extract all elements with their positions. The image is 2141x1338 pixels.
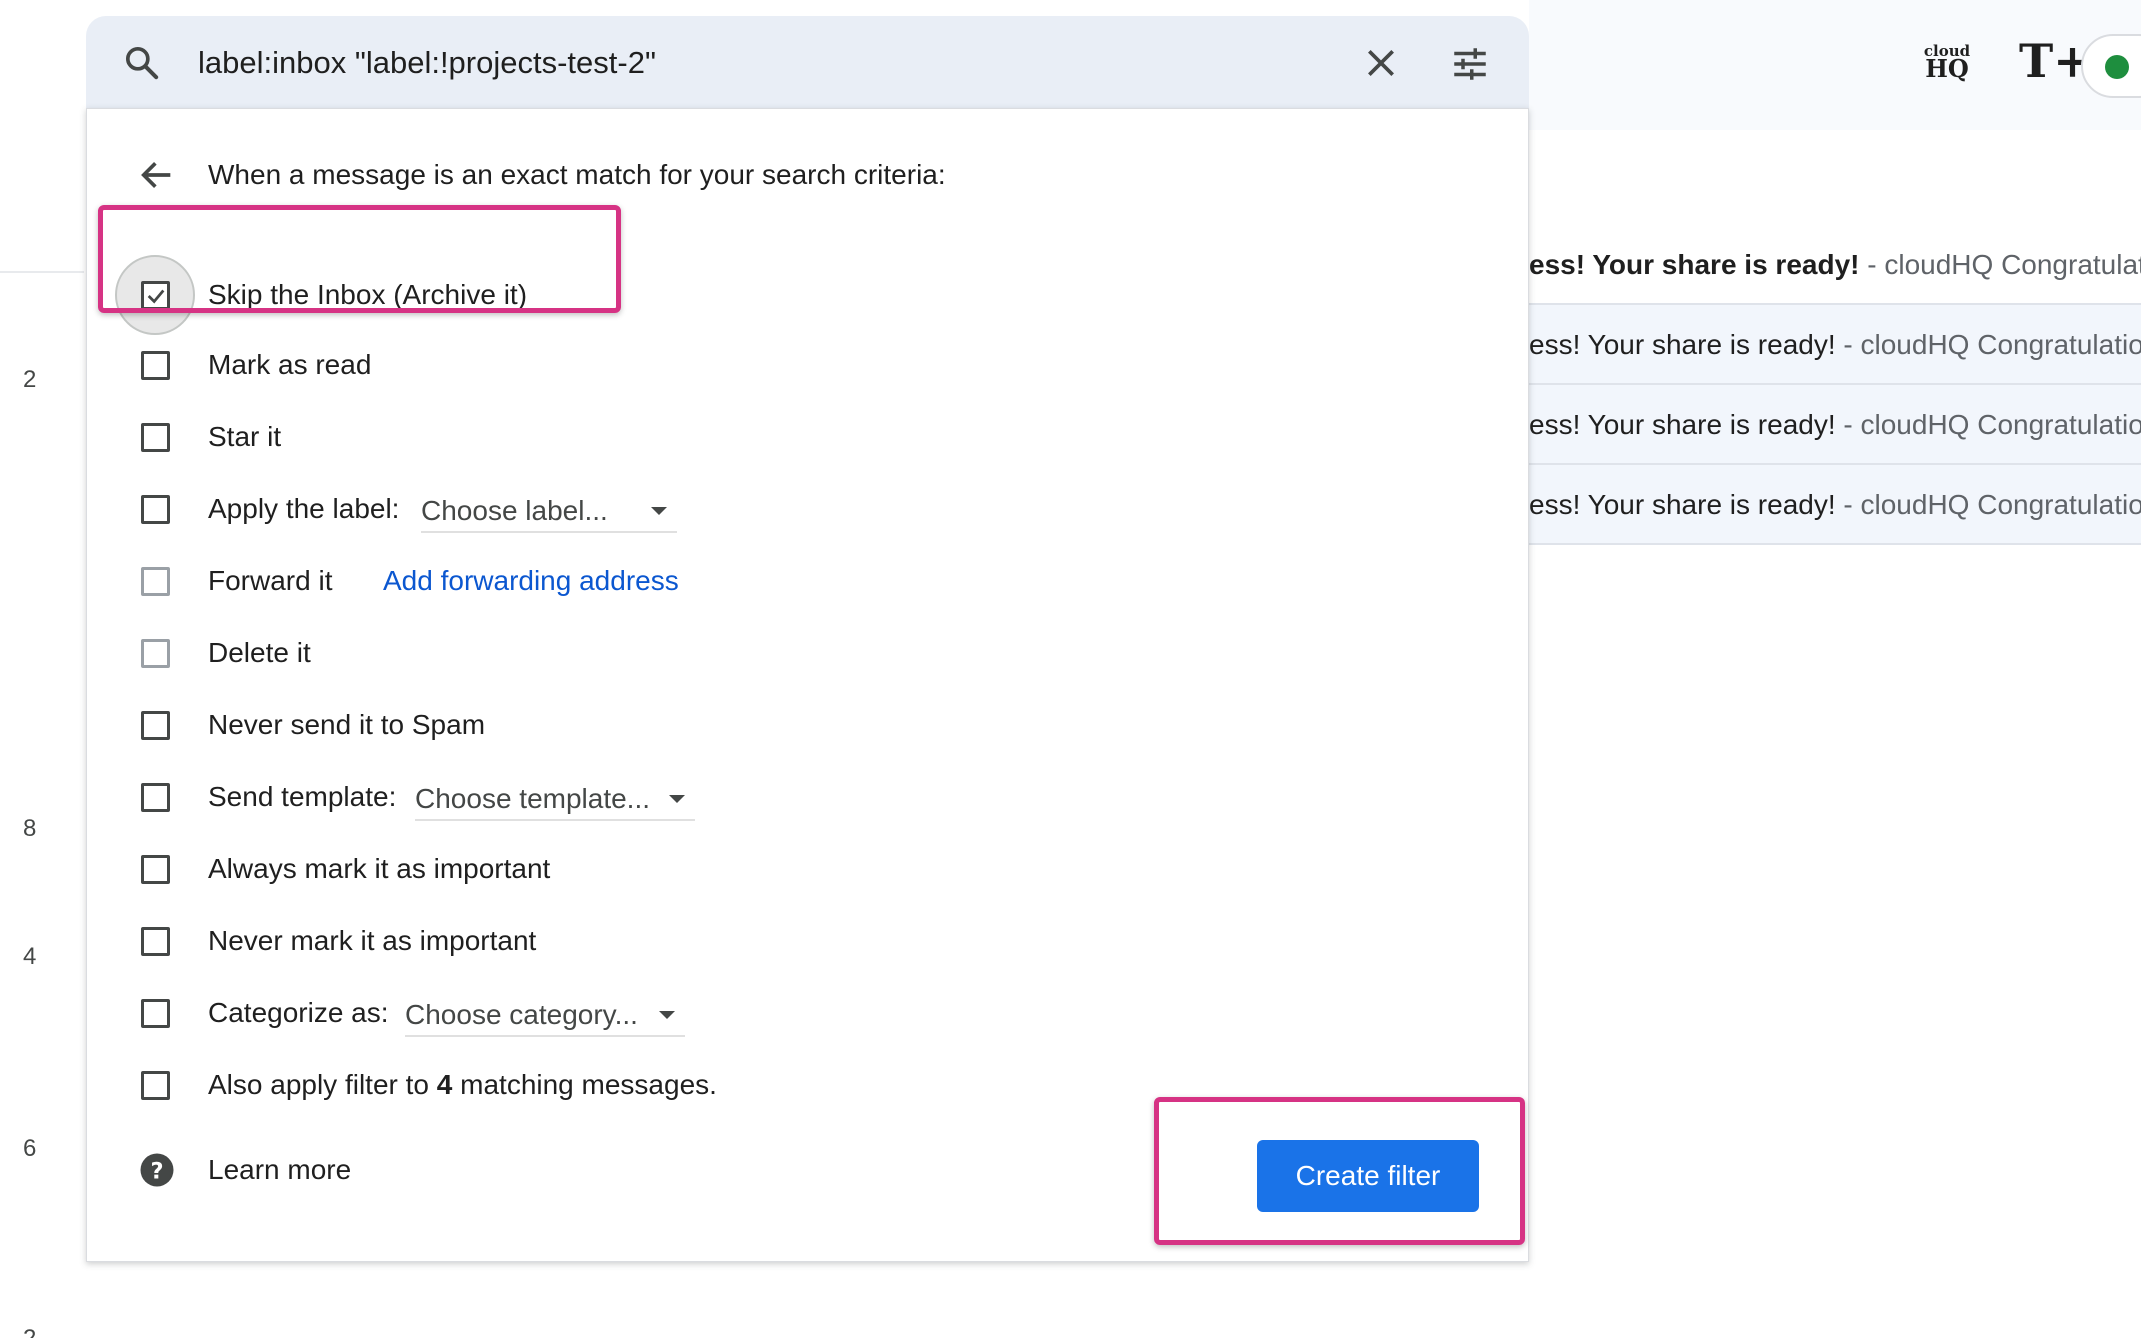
- apply-label-label: Apply the label:: [208, 493, 400, 524]
- mark-read-label: Mark as read: [208, 349, 372, 380]
- gutter-number: 8: [23, 815, 37, 842]
- never-spam-checkbox[interactable]: [141, 711, 170, 740]
- also-apply-checkbox[interactable]: [141, 1071, 170, 1100]
- email-subject: ess! Your share is ready!: [1529, 249, 1860, 280]
- skip-inbox-label: Skip the Inbox (Archive it): [208, 279, 528, 310]
- delete-label: Delete it: [208, 637, 311, 668]
- email-snippet: - cloudHQ Congratulatio: [1835, 409, 2141, 440]
- never-important-checkbox[interactable]: [141, 927, 170, 956]
- search-input[interactable]: label:inbox "label:!projects-test-2": [198, 43, 656, 83]
- option-apply-label: Apply the label: Choose label...: [87, 481, 1087, 537]
- gutter-divider: [0, 271, 84, 273]
- option-also-apply: Also apply filter to 4 matching messages…: [87, 1057, 1087, 1113]
- option-mark-read: Mark as read: [87, 337, 1087, 393]
- also-apply-suffix: matching messages.: [452, 1069, 717, 1100]
- gutter-number: 2: [23, 1325, 43, 1338]
- star-label: Star it: [208, 421, 282, 452]
- delete-checkbox[interactable]: [141, 639, 170, 668]
- close-icon[interactable]: [1361, 43, 1401, 83]
- send-template-checkbox[interactable]: [141, 783, 170, 812]
- back-arrow-icon[interactable]: [137, 155, 177, 195]
- search-options-icon[interactable]: [1449, 43, 1491, 85]
- email-subject: ess! Your share is ready!: [1529, 409, 1836, 440]
- option-skip-inbox: Skip the Inbox (Archive it): [87, 255, 1087, 335]
- apply-label-checkbox[interactable]: [141, 495, 170, 524]
- option-star: Star it: [87, 409, 1087, 465]
- never-spam-label: Never send it to Spam: [208, 709, 486, 740]
- template-select[interactable]: Choose template...: [415, 777, 695, 821]
- email-list: ess! Your share is ready! - cloudHQ Cong…: [1529, 225, 2141, 545]
- option-never-important: Never mark it as important: [87, 913, 1087, 969]
- status-indicator[interactable]: [2081, 34, 2141, 98]
- search-icon[interactable]: [122, 43, 162, 83]
- category-select[interactable]: Choose category...: [405, 993, 685, 1037]
- option-forward: Forward it Add forwarding address: [87, 553, 1087, 609]
- email-snippet: - cloudHQ Congratulatio: [1835, 489, 2141, 520]
- cloudhq-logo[interactable]: cloud HQ: [1919, 44, 1975, 88]
- chevron-down-icon: [651, 507, 667, 515]
- gutter-number: 4: [23, 943, 37, 970]
- always-important-checkbox[interactable]: [141, 855, 170, 884]
- skip-inbox-checkbox[interactable]: [141, 281, 170, 310]
- mark-read-checkbox[interactable]: [141, 351, 170, 380]
- star-checkbox[interactable]: [141, 423, 170, 452]
- svg-text:?: ?: [150, 1158, 163, 1184]
- add-forwarding-address-link[interactable]: Add forwarding address: [383, 553, 679, 609]
- option-always-important: Always mark it as important: [87, 841, 1087, 897]
- option-categorize: Categorize as: Choose category...: [87, 985, 1087, 1041]
- template-select-value: Choose template...: [415, 783, 651, 814]
- email-subject: ess! Your share is ready!: [1529, 329, 1836, 360]
- label-select-value: Choose label...: [421, 495, 608, 526]
- also-apply-prefix: Also apply filter to: [208, 1069, 437, 1100]
- option-never-spam: Never send it to Spam: [87, 697, 1087, 753]
- online-status-dot: [2105, 55, 2129, 79]
- categorize-label: Categorize as:: [208, 997, 389, 1028]
- category-select-value: Choose category...: [405, 999, 638, 1030]
- label-select[interactable]: Choose label...: [421, 489, 677, 533]
- also-apply-label: Also apply filter to 4 matching messages…: [208, 1057, 717, 1113]
- option-send-template: Send template: Choose template...: [87, 769, 1087, 825]
- filter-panel: When a message is an exact match for you…: [86, 108, 1529, 1262]
- gutter-number: 2: [23, 366, 37, 393]
- email-row[interactable]: ess! Your share is ready! - cloudHQ Cong…: [1529, 305, 2141, 385]
- email-subject: ess! Your share is ready!: [1529, 489, 1836, 520]
- chevron-down-icon: [669, 795, 685, 803]
- email-snippet: - cloudHQ Congratulat: [1859, 249, 2141, 280]
- criteria-text: When a message is an exact match for you…: [208, 159, 946, 190]
- email-row[interactable]: ess! Your share is ready! - cloudHQ Cong…: [1529, 385, 2141, 465]
- cloudhq-logo-big: HQ: [1925, 54, 1969, 83]
- forward-label: Forward it: [208, 565, 333, 596]
- never-important-label: Never mark it as important: [208, 925, 537, 956]
- option-delete: Delete it: [87, 625, 1087, 681]
- help-icon[interactable]: ?: [139, 1152, 175, 1188]
- matching-count: 4: [436, 1069, 453, 1100]
- left-gutter: 2 8 4 6 2: [0, 0, 84, 1338]
- create-filter-button[interactable]: Create filter: [1257, 1140, 1479, 1212]
- email-row[interactable]: ess! Your share is ready! - cloudHQ Cong…: [1529, 465, 2141, 545]
- gutter-number: 6: [23, 1135, 37, 1162]
- email-row[interactable]: ess! Your share is ready! - cloudHQ Cong…: [1529, 225, 2141, 305]
- always-important-label: Always mark it as important: [208, 853, 551, 884]
- categorize-checkbox[interactable]: [141, 999, 170, 1028]
- chevron-down-icon: [659, 1011, 675, 1019]
- send-template-label: Send template:: [208, 781, 397, 812]
- learn-more-link[interactable]: Learn more: [208, 1150, 351, 1190]
- panel-header: When a message is an exact match for you…: [87, 155, 1528, 195]
- search-bar[interactable]: label:inbox "label:!projects-test-2": [86, 16, 1529, 108]
- forward-checkbox[interactable]: [141, 567, 170, 596]
- email-snippet: - cloudHQ Congratulatio: [1835, 329, 2141, 360]
